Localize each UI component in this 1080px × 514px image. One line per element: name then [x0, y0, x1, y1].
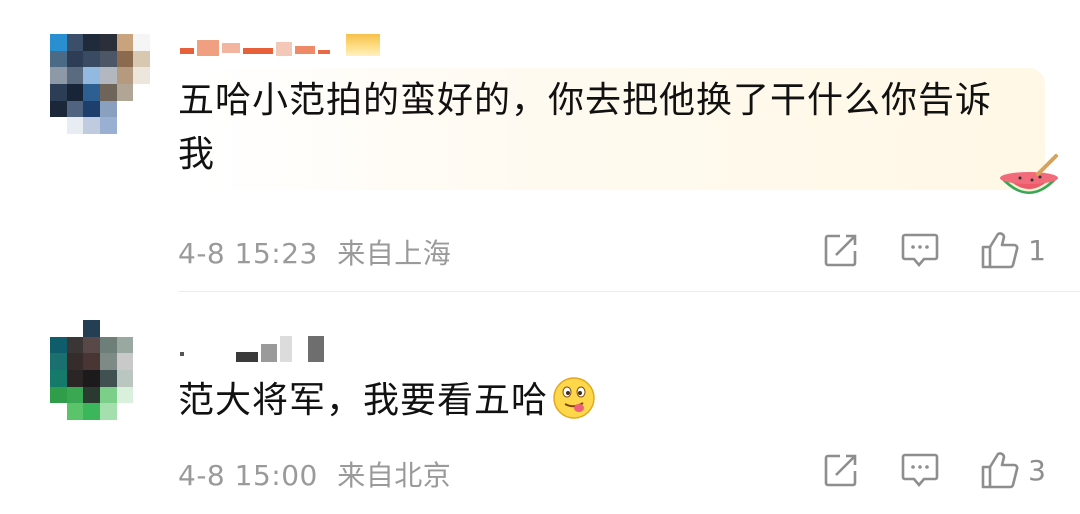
like-count: 3 [1028, 453, 1046, 487]
comment-text: 五哈小范拍的蛮好的，你去把他换了干什么你告诉 我 [178, 80, 993, 175]
comment-actions: 1 [782, 228, 1046, 272]
username[interactable] [180, 334, 324, 362]
share-button[interactable] [822, 228, 860, 272]
comment-actions: 3 [782, 448, 1046, 492]
like-count: 1 [1028, 233, 1046, 267]
tongue-out-emoji [553, 377, 595, 419]
comment-meta: 4-8 15:00 来自北京 [178, 454, 451, 494]
timestamp: 4-8 15:00 [178, 459, 318, 492]
like-button[interactable]: 1 [980, 228, 1046, 272]
reply-button[interactable] [900, 448, 940, 492]
watermelon-sticker [1000, 154, 1058, 194]
thumbs-up-icon [981, 232, 1019, 269]
location: 来自上海 [337, 237, 452, 270]
comment-icon [901, 453, 939, 488]
share-button[interactable] [822, 448, 860, 492]
avatar[interactable] [50, 320, 150, 420]
avatar[interactable] [50, 34, 150, 134]
reply-button[interactable] [900, 228, 940, 272]
comment-item: 五哈小范拍的蛮好的，你去把他换了干什么你告诉 我 4-8 15:23 来自上海 [0, 0, 1080, 292]
comment-icon [901, 233, 939, 268]
username[interactable] [180, 28, 380, 56]
comment-meta: 4-8 15:23 来自上海 [178, 232, 451, 272]
location: 来自北京 [337, 459, 452, 492]
share-icon [824, 234, 857, 267]
timestamp: 4-8 15:23 [178, 237, 318, 270]
share-icon [824, 454, 857, 487]
comment-text: 范大将军，我要看五哈 [178, 374, 596, 428]
like-button[interactable]: 3 [980, 448, 1046, 492]
comment-item: 范大将军，我要看五哈 4-8 15:00 来自北京 3 [0, 292, 1080, 514]
thumbs-up-icon [981, 452, 1019, 489]
